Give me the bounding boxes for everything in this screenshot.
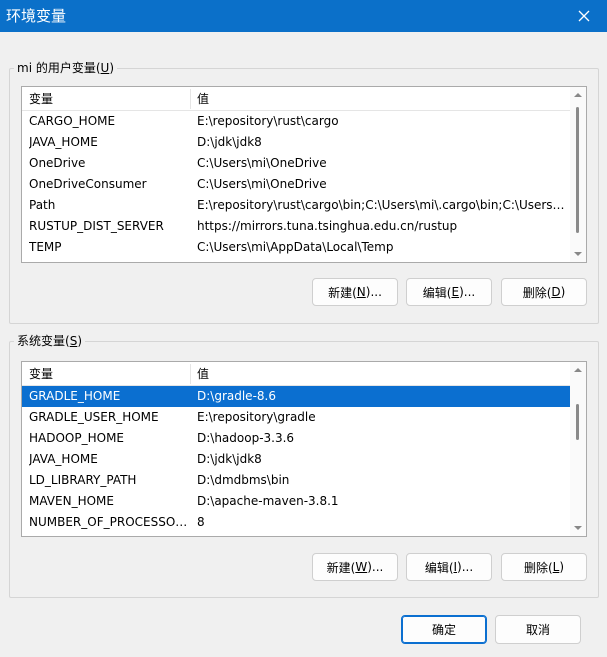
table-row[interactable]: RUSTUP_DIST_SERVER https://mirrors.tuna.…	[22, 216, 570, 237]
variable-name: GRADLE_USER_HOME	[29, 410, 159, 424]
variable-value: C:\Users\mi\OneDrive	[197, 156, 327, 170]
variable-value: C:\Users\mi\OneDrive	[197, 177, 327, 191]
table-row[interactable]: HADOOP_HOME D:\hadoop-3.3.6	[22, 428, 570, 449]
table-row[interactable]: TEMP C:\Users\mi\AppData\Local\Temp	[22, 237, 570, 258]
user-variables-rows: CARGO_HOME E:\repository\rust\cargo JAVA…	[22, 111, 570, 258]
variable-name: OneDrive	[29, 156, 86, 170]
variable-name: NUMBER_OF_PROCESSORS	[29, 515, 189, 529]
table-row[interactable]: OneDrive C:\Users\mi\OneDrive	[22, 153, 570, 174]
cancel-button[interactable]: 取消	[495, 615, 581, 644]
system-variables-label: 系统变量(S)	[14, 334, 85, 348]
column-divider[interactable]	[190, 89, 191, 109]
vertical-scrollbar[interactable]	[570, 87, 586, 262]
user-new-button[interactable]: 新建(N)...	[312, 278, 398, 306]
variable-name: JAVA_HOME	[29, 135, 98, 149]
list-header: 变量 值	[22, 87, 570, 111]
scroll-up-arrow-icon[interactable]	[574, 368, 582, 372]
table-row-selected[interactable]: GRADLE_HOME D:\gradle-8.6	[22, 386, 570, 407]
variable-name: OneDriveConsumer	[29, 177, 147, 191]
table-row[interactable]: GRADLE_USER_HOME E:\repository\gradle	[22, 407, 570, 428]
system-variables-list[interactable]: 变量 值 GRADLE_HOME D:\gradle-8.6 GRADLE_US…	[21, 361, 587, 537]
variable-value: D:\jdk\jdk8	[197, 452, 262, 466]
user-variables-label: mi 的用户变量(U)	[14, 61, 118, 75]
scrollbar-thumb[interactable]	[576, 404, 579, 440]
environment-variables-dialog: 环境变量 mi 的用户变量(U) 变量 值 CARGO_HOME E:\repo…	[0, 0, 607, 657]
variable-name: MAVEN_HOME	[29, 494, 114, 508]
list-header: 变量 值	[22, 362, 570, 386]
table-row[interactable]: NUMBER_OF_PROCESSORS 8	[22, 512, 570, 533]
variable-value: E:\repository\rust\cargo\bin;C:\Users\mi…	[197, 198, 567, 212]
scroll-up-arrow-icon[interactable]	[574, 93, 582, 97]
variable-value: D:\jdk\jdk8	[197, 135, 262, 149]
scroll-down-arrow-icon[interactable]	[574, 252, 582, 256]
variable-value: E:\repository\rust\cargo	[197, 114, 339, 128]
system-variables-rows: GRADLE_HOME D:\gradle-8.6 GRADLE_USER_HO…	[22, 386, 570, 533]
variable-name: RUSTUP_DIST_SERVER	[29, 219, 164, 233]
variable-name: TEMP	[29, 240, 62, 254]
variable-value: C:\Users\mi\AppData\Local\Temp	[197, 240, 394, 254]
table-row[interactable]: Path E:\repository\rust\cargo\bin;C:\Use…	[22, 195, 570, 216]
system-delete-button[interactable]: 删除(L)	[501, 553, 587, 581]
window-title: 环境变量	[6, 7, 67, 25]
column-header-value[interactable]: 值	[197, 92, 209, 106]
variable-name: GRADLE_HOME	[29, 389, 121, 403]
variable-name: HADOOP_HOME	[29, 431, 125, 445]
variable-value: D:\dmdbms\bin	[197, 473, 290, 487]
scroll-down-arrow-icon[interactable]	[574, 526, 582, 530]
table-row[interactable]: JAVA_HOME D:\jdk\jdk8	[22, 449, 570, 470]
variable-name: CARGO_HOME	[29, 114, 116, 128]
column-header-name[interactable]: 变量	[29, 92, 53, 106]
system-new-button[interactable]: 新建(W)...	[312, 553, 398, 581]
variable-value: D:\hadoop-3.3.6	[197, 431, 295, 445]
system-edit-button[interactable]: 编辑(I)...	[406, 553, 492, 581]
variable-value: D:\apache-maven-3.8.1	[197, 494, 339, 508]
table-row[interactable]: JAVA_HOME D:\jdk\jdk8	[22, 132, 570, 153]
close-button[interactable]	[561, 0, 607, 32]
variable-value: 8	[197, 515, 205, 529]
table-row[interactable]: OneDriveConsumer C:\Users\mi\OneDrive	[22, 174, 570, 195]
vertical-scrollbar[interactable]	[570, 362, 586, 536]
table-row[interactable]: CARGO_HOME E:\repository\rust\cargo	[22, 111, 570, 132]
variable-value: E:\repository\gradle	[197, 410, 316, 424]
ok-button[interactable]: 确定	[401, 615, 487, 644]
user-edit-button[interactable]: 编辑(E)...	[406, 278, 492, 306]
close-icon	[578, 10, 590, 22]
column-header-value[interactable]: 值	[197, 367, 209, 381]
table-row[interactable]: LD_LIBRARY_PATH D:\dmdbms\bin	[22, 470, 570, 491]
column-header-name[interactable]: 变量	[29, 367, 53, 381]
title-bar: 环境变量	[0, 0, 607, 32]
variable-name: LD_LIBRARY_PATH	[29, 473, 137, 487]
variable-name: JAVA_HOME	[29, 452, 98, 466]
user-delete-button[interactable]: 删除(D)	[501, 278, 587, 306]
variable-name: Path	[29, 198, 56, 212]
scrollbar-thumb[interactable]	[576, 107, 579, 233]
variable-value: https://mirrors.tuna.tsinghua.edu.cn/rus…	[197, 219, 458, 233]
table-row[interactable]: MAVEN_HOME D:\apache-maven-3.8.1	[22, 491, 570, 512]
column-divider[interactable]	[190, 364, 191, 384]
variable-value: D:\gradle-8.6	[197, 389, 276, 403]
user-variables-list[interactable]: 变量 值 CARGO_HOME E:\repository\rust\cargo…	[21, 86, 587, 263]
